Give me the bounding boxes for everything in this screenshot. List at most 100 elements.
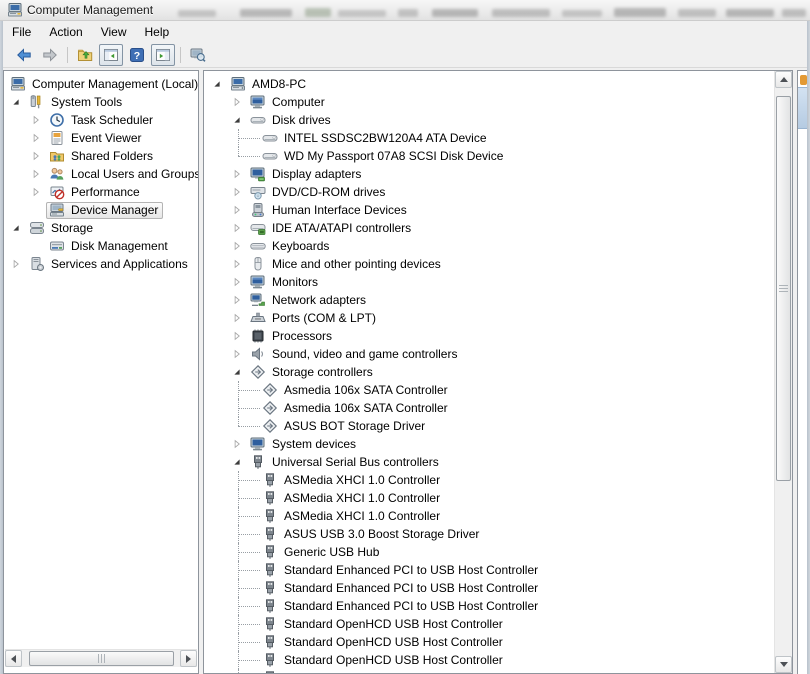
tree-item-universal-serial-bus-controllers[interactable]: Universal Serial Bus controllers [204,453,775,471]
expander-expanded-icon[interactable] [231,453,250,471]
tree-item-ports-com-lpt[interactable]: Ports (COM & LPT) [204,309,775,327]
tree-item-device-manager[interactable]: Device Manager [4,201,198,219]
glass-blur-artifact [726,9,774,17]
tree-item-asmedia-xhci-1-0-controller[interactable]: ASMedia XHCI 1.0 Controller [204,471,775,489]
tree-item-asus-bot-storage-driver[interactable]: ASUS BOT Storage Driver [204,417,775,435]
toolbar-separator [180,47,181,63]
tree-item-computer[interactable]: Computer [204,93,775,111]
tree-item-label: AMD8-PC [252,77,307,91]
expander-expanded-icon[interactable] [231,111,250,129]
scan-hardware-changes-button[interactable] [186,44,210,66]
tree-item-generic-usb-hub[interactable]: Generic USB Hub [204,543,775,561]
scroll-down-button[interactable] [775,656,792,673]
tree-item-computer-management-local[interactable]: Computer Management (Local) [4,75,198,93]
tree-item-asmedia-106x-sata-controller[interactable]: Asmedia 106x SATA Controller [204,399,775,417]
expander-expanded-icon[interactable] [231,363,250,381]
menu-view[interactable]: View [92,22,136,42]
expander-collapsed-icon[interactable] [231,309,250,327]
scroll-right-button[interactable] [180,650,197,667]
menu-file[interactable]: File [3,22,40,42]
menu-action[interactable]: Action [40,22,91,42]
scroll-up-button[interactable] [775,71,792,88]
tree-item-local-users-and-groups[interactable]: Local Users and Groups [4,165,198,183]
selected-item-highlight[interactable]: Device Manager [46,201,164,219]
menu-help[interactable]: Help [136,22,179,42]
forward-button[interactable] [38,44,62,66]
back-button[interactable] [12,44,36,66]
tree-item-standard-openhcd-usb-host-controller[interactable]: Standard OpenHCD USB Host Controller [204,633,775,651]
expander-collapsed-icon[interactable] [30,165,49,183]
expander-collapsed-icon[interactable] [231,273,250,291]
expander-collapsed-icon[interactable] [231,435,250,453]
tree-item-standard-enhanced-pci-to-usb-host-contro[interactable]: Standard Enhanced PCI to USB Host Contro… [204,579,775,597]
expander-collapsed-icon[interactable] [231,183,250,201]
tree-item-standard-openhcd-usb-host-controller[interactable]: Standard OpenHCD USB Host Controller [204,651,775,669]
tree-item-keyboards[interactable]: Keyboards [204,237,775,255]
tree-item-standard-enhanced-pci-to-usb-host-contro[interactable]: Standard Enhanced PCI to USB Host Contro… [204,597,775,615]
expander-collapsed-icon[interactable] [30,129,49,147]
tree-item-shared-folders[interactable]: Shared Folders [4,147,198,165]
tree-item-human-interface-devices[interactable]: Human Interface Devices [204,201,775,219]
event-viewer-icon [49,130,66,146]
expander-expanded-icon[interactable] [10,219,29,237]
tree-item-asmedia-xhci-1-0-controller[interactable]: ASMedia XHCI 1.0 Controller [204,507,775,525]
expander-expanded-icon[interactable] [211,75,230,93]
tree-item-performance[interactable]: Performance [4,183,198,201]
tree-item-dvd-cd-rom-drives[interactable]: DVD/CD-ROM drives [204,183,775,201]
tree-item-event-viewer[interactable]: Event Viewer [4,129,198,147]
show-hide-action-pane-button[interactable] [151,44,175,66]
tree-item-standard-openhcd-usb-host-controller[interactable]: Standard OpenHCD USB Host Controller [204,615,775,633]
expander-collapsed-icon[interactable] [231,327,250,345]
expander-expanded-icon[interactable] [10,93,29,111]
expander-collapsed-icon[interactable] [10,255,29,273]
expander-collapsed-icon[interactable] [231,345,250,363]
tree-item-processors[interactable]: Processors [204,327,775,345]
tree-item-mice-and-other-pointing-devices[interactable]: Mice and other pointing devices [204,255,775,273]
tree-item-amd8-pc[interactable]: AMD8-PC [204,75,775,93]
tree-item-system-tools[interactable]: System Tools [4,93,198,111]
tree-item-disk-management[interactable]: Disk Management [4,237,198,255]
tree-item-standard-enhanced-pci-to-usb-host-contro[interactable]: Standard Enhanced PCI to USB Host Contro… [204,561,775,579]
processor-icon [250,328,267,344]
tree-item-asus-usb-3-0-boost-storage-driver[interactable]: ASUS USB 3.0 Boost Storage Driver [204,525,775,543]
expander-collapsed-icon[interactable] [231,165,250,183]
expander-collapsed-icon[interactable] [30,111,49,129]
tree-item-sound-video-and-game-controllers[interactable]: Sound, video and game controllers [204,345,775,363]
tree-item-network-adapters[interactable]: Network adapters [204,291,775,309]
tree-item-intel-ssdsc2bw120a4-ata-device[interactable]: INTEL SSDSC2BW120A4 ATA Device [204,129,775,147]
glass-blur-artifact [398,9,418,17]
vertical-scrollbar[interactable] [774,71,792,673]
tree-item-task-scheduler[interactable]: Task Scheduler [4,111,198,129]
actions-pane-edge [797,70,807,674]
tree-item-monitors[interactable]: Monitors [204,273,775,291]
expander-collapsed-icon[interactable] [30,183,49,201]
title-bar[interactable]: Computer Management [0,0,810,21]
expander-collapsed-icon[interactable] [30,147,49,165]
tree-item-disk-drives[interactable]: Disk drives [204,111,775,129]
usb-controller-icon [262,634,279,650]
tree-item-storage-controllers[interactable]: Storage controllers [204,363,775,381]
expander-collapsed-icon[interactable] [231,237,250,255]
expander-collapsed-icon[interactable] [231,219,250,237]
tree-item-asmedia-106x-sata-controller[interactable]: Asmedia 106x SATA Controller [204,381,775,399]
tree-item-storage[interactable]: Storage [4,219,198,237]
glass-blur-artifact [305,8,331,17]
show-hide-console-tree-button[interactable] [99,44,123,66]
tree-item-partial-item[interactable] [204,669,775,673]
expander-collapsed-icon[interactable] [231,291,250,309]
tree-item-system-devices[interactable]: System devices [204,435,775,453]
up-one-level-button[interactable] [73,44,97,66]
tree-item-asmedia-xhci-1-0-controller[interactable]: ASMedia XHCI 1.0 Controller [204,489,775,507]
tree-item-ide-ata-atapi-controllers[interactable]: IDE ATA/ATAPI controllers [204,219,775,237]
horizontal-scrollbar-thumb[interactable] [29,651,174,666]
expander-collapsed-icon[interactable] [231,201,250,219]
scroll-left-button[interactable] [5,650,22,667]
tree-item-display-adapters[interactable]: Display adapters [204,165,775,183]
help-button[interactable]: ? [125,44,149,66]
tree-item-wd-my-passport-07a8-scsi-disk-device[interactable]: WD My Passport 07A8 SCSI Disk Device [204,147,775,165]
horizontal-scrollbar[interactable] [5,649,197,667]
expander-collapsed-icon[interactable] [231,93,250,111]
vertical-scrollbar-thumb[interactable] [776,96,791,481]
tree-item-services-and-applications[interactable]: Services and Applications [4,255,198,273]
expander-collapsed-icon[interactable] [231,255,250,273]
